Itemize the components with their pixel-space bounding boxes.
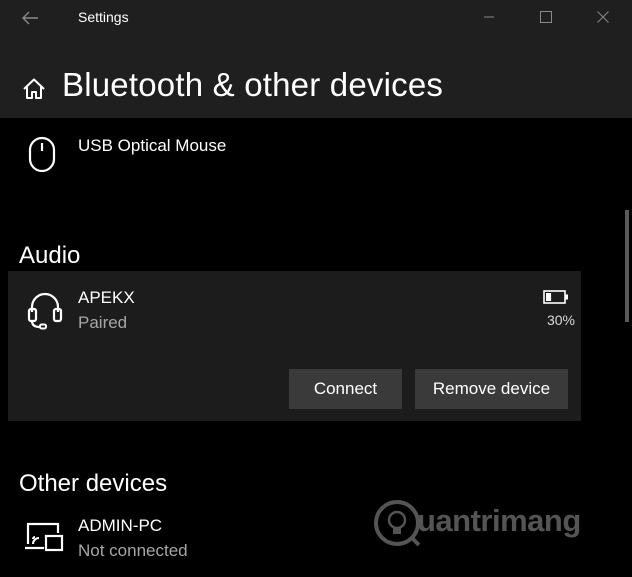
scrollbar[interactable] bbox=[625, 210, 629, 322]
lightbulb-logo-icon bbox=[374, 500, 421, 547]
battery-percentage: 30% bbox=[546, 312, 575, 328]
home-button[interactable] bbox=[21, 76, 47, 102]
headset-icon bbox=[27, 292, 63, 330]
window-title: Settings bbox=[78, 9, 129, 25]
watermark: uantrimang bbox=[373, 497, 605, 549]
other-devices-heading: Other devices bbox=[19, 470, 168, 497]
wireless-display-icon bbox=[25, 522, 64, 552]
remove-device-button[interactable]: Remove device bbox=[415, 369, 568, 409]
connect-button[interactable]: Connect bbox=[289, 369, 402, 409]
audio-device-status: Paired bbox=[78, 313, 128, 332]
battery-indicator: 30% bbox=[535, 288, 575, 332]
home-icon bbox=[23, 78, 45, 99]
minimize-icon bbox=[484, 16, 494, 18]
audio-heading: Audio bbox=[19, 242, 81, 269]
audio-device-name: APEKX bbox=[78, 288, 135, 307]
page-header: Bluetooth & other devices bbox=[0, 36, 632, 118]
maximize-button[interactable] bbox=[523, 0, 569, 34]
page-title: Bluetooth & other devices bbox=[62, 66, 444, 103]
minimize-button[interactable] bbox=[466, 0, 512, 34]
other-device-name: ADMIN-PC bbox=[78, 516, 163, 535]
battery-icon bbox=[543, 290, 568, 304]
device-name: USB Optical Mouse bbox=[78, 136, 227, 155]
settings-window: Settings Bluetooth & other devices USB O… bbox=[0, 0, 632, 577]
device-row-mouse[interactable]: USB Optical Mouse bbox=[0, 128, 581, 182]
close-icon bbox=[597, 11, 609, 23]
maximize-icon bbox=[540, 11, 552, 23]
title-bar: Settings bbox=[0, 0, 632, 36]
back-button[interactable] bbox=[14, 6, 46, 30]
back-arrow-icon bbox=[22, 11, 38, 25]
device-row-admin-pc[interactable]: ADMIN-PC Not connected bbox=[0, 508, 360, 568]
other-device-status: Not connected bbox=[78, 541, 188, 560]
mouse-icon bbox=[28, 136, 56, 172]
close-button[interactable] bbox=[580, 0, 626, 34]
watermark-text: uantrimang bbox=[417, 503, 581, 538]
